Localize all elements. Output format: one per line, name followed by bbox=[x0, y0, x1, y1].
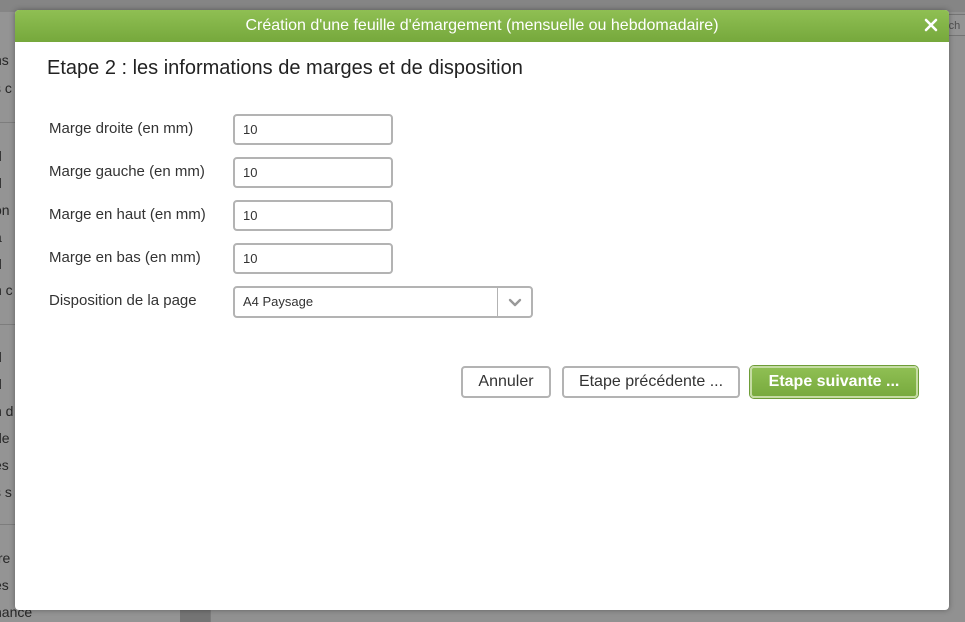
page-layout-label: Disposition de la page bbox=[49, 292, 197, 309]
previous-step-button[interactable]: Etape précédente ... bbox=[562, 366, 740, 398]
chevron-down-icon[interactable] bbox=[498, 288, 531, 316]
margin-top-input[interactable] bbox=[233, 200, 393, 231]
margin-top-label: Marge en haut (en mm) bbox=[49, 206, 206, 223]
wizard-dialog: Création d'une feuille d'émargement (men… bbox=[15, 10, 949, 610]
margin-right-label: Marge droite (en mm) bbox=[49, 120, 194, 137]
margin-left-label: Marge gauche (en mm) bbox=[49, 163, 205, 180]
margin-left-input[interactable] bbox=[233, 157, 393, 188]
chevron-down-icon-glyph bbox=[508, 298, 521, 306]
step-title: Etape 2 : les informations de marges et … bbox=[47, 57, 523, 79]
margin-bottom-input[interactable] bbox=[233, 243, 393, 274]
close-icon[interactable] bbox=[919, 14, 943, 38]
dialog-header: Création d'une feuille d'émargement (men… bbox=[15, 10, 949, 42]
page-layout-select[interactable]: A4 Paysage bbox=[233, 286, 533, 318]
cancel-button[interactable]: Annuler bbox=[461, 366, 551, 398]
next-step-button[interactable]: Etape suivante ... bbox=[750, 366, 918, 398]
dialog-title: Création d'une feuille d'émargement (men… bbox=[245, 17, 719, 34]
page-layout-selected-value: A4 Paysage bbox=[243, 294, 314, 309]
margin-bottom-label: Marge en bas (en mm) bbox=[49, 249, 201, 266]
close-icon-glyph bbox=[924, 18, 938, 32]
margin-right-input[interactable] bbox=[233, 114, 393, 145]
